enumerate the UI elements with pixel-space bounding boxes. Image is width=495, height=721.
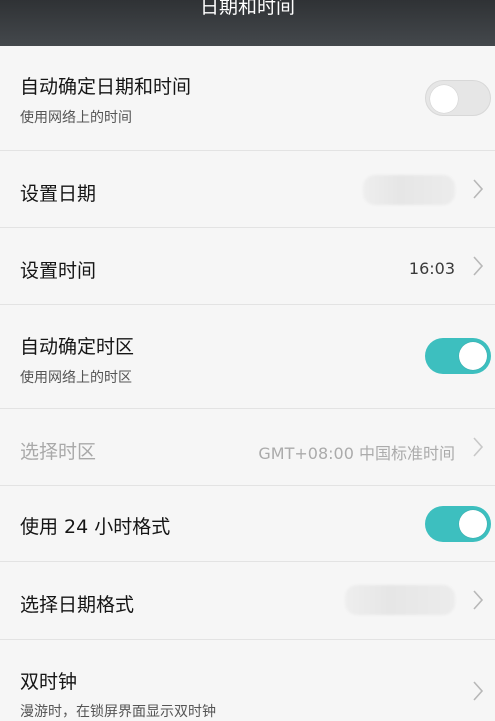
- setting-subtitle: 漫游时，在锁屏界面显示双时钟: [20, 704, 216, 720]
- title-bar: 日期和时间: [0, 0, 495, 46]
- setting-dual-clock[interactable]: 双时钟 漫游时，在锁屏界面显示双时钟: [0, 640, 495, 720]
- setting-auto-datetime[interactable]: 自动确定日期和时间 使用网络上的时间: [0, 46, 495, 151]
- setting-title: 自动确定时区: [20, 336, 135, 358]
- setting-title: 设置时间: [20, 260, 97, 282]
- chevron-right-icon: [469, 255, 487, 277]
- auto-timezone-toggle[interactable]: [425, 338, 491, 374]
- setting-use-24h[interactable]: 使用 24 小时格式: [0, 486, 495, 562]
- chevron-right-icon: [469, 178, 487, 200]
- date-value-blurred: [363, 175, 455, 205]
- setting-title: 选择日期格式: [20, 594, 135, 616]
- use-24h-toggle[interactable]: [425, 506, 491, 542]
- setting-title: 设置日期: [20, 183, 97, 205]
- settings-list: 自动确定日期和时间 使用网络上的时间 设置日期 设置时间 16:03 自动确定时…: [0, 46, 495, 720]
- setting-title: 使用 24 小时格式: [20, 516, 171, 538]
- setting-auto-timezone[interactable]: 自动确定时区 使用网络上的时区: [0, 305, 495, 409]
- setting-subtitle: 使用网络上的时间: [20, 110, 132, 126]
- setting-subtitle: 使用网络上的时区: [20, 370, 132, 386]
- timezone-value: GMT+08:00 中国标准时间: [258, 444, 455, 463]
- page-title: 日期和时间: [199, 0, 295, 18]
- setting-set-time[interactable]: 设置时间 16:03: [0, 228, 495, 305]
- toggle-knob: [459, 510, 487, 538]
- setting-date-format[interactable]: 选择日期格式: [0, 562, 495, 640]
- setting-title: 选择时区: [20, 441, 97, 463]
- chevron-right-icon: [469, 436, 487, 458]
- chevron-right-icon: [469, 680, 487, 702]
- toggle-knob: [430, 85, 458, 113]
- time-value: 16:03: [408, 259, 455, 278]
- toggle-knob: [459, 342, 487, 370]
- date-format-value-blurred: [345, 585, 455, 615]
- setting-title: 双时钟: [20, 671, 78, 693]
- setting-set-date[interactable]: 设置日期: [0, 151, 495, 228]
- auto-datetime-toggle[interactable]: [425, 80, 491, 116]
- chevron-right-icon: [469, 589, 487, 611]
- setting-select-timezone[interactable]: 选择时区 GMT+08:00 中国标准时间: [0, 409, 495, 486]
- setting-title: 自动确定日期和时间: [20, 76, 192, 98]
